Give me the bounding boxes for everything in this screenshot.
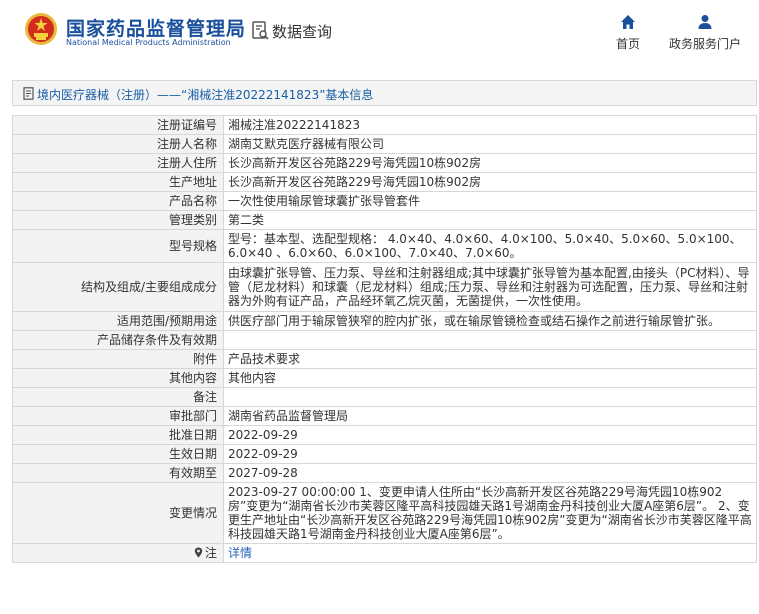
table-row: 产品储存条件及有效期 — [12, 330, 757, 350]
field-label: 适用范围/预期用途 — [12, 311, 224, 331]
field-label: 批准日期 — [12, 425, 224, 445]
field-label: 附件 — [12, 349, 224, 369]
field-value: 由球囊扩张导管、压力泵、导丝和注射器组成;其中球囊扩张导管为基本配置,由接头（P… — [223, 262, 757, 312]
detail-title: 境内医疗器械（注册）——“湘械注准20222141823”基本信息 — [37, 88, 374, 102]
national-emblem-icon — [25, 13, 57, 45]
nav-home-label: 首页 — [615, 37, 640, 51]
field-value: 2022-09-29 — [223, 425, 757, 445]
table-row: 适用范围/预期用途 供医疗部门用于输尿管狭窄的腔内扩张，或在输尿管镜检查或结石操… — [12, 311, 757, 331]
document-search-icon — [252, 21, 269, 40]
field-label: 生效日期 — [12, 444, 224, 464]
location-pin-icon — [194, 547, 203, 558]
field-label: 注册证编号 — [12, 115, 224, 135]
site-name[interactable]: 国家药品监督管理局 — [66, 14, 246, 41]
table-row: 备注 — [12, 387, 757, 407]
field-value — [223, 387, 757, 407]
field-label: 型号规格 — [12, 229, 224, 263]
site-header: 国家药品监督管理局 National Medical Products Admi… — [0, 0, 759, 66]
field-value: 一次性使用输尿管球囊扩张导管套件 — [223, 191, 757, 211]
field-value: 供医疗部门用于输尿管狭窄的腔内扩张，或在输尿管镜检查或结石操作之前进行输尿管扩张… — [223, 311, 757, 331]
field-label: 其他内容 — [12, 368, 224, 388]
field-value: 湘械注准20222141823 — [223, 115, 757, 135]
nav-service-portal[interactable]: 政务服务门户 — [662, 14, 748, 54]
table-row-note: 注 详情 — [12, 543, 757, 563]
field-label: 生产地址 — [12, 172, 224, 192]
field-label: 注册人住所 — [12, 153, 224, 173]
field-label: 产品名称 — [12, 191, 224, 211]
table-row: 批准日期 2022-09-29 — [12, 425, 757, 445]
note-label: 注 — [204, 546, 217, 560]
field-value: 长沙高新开发区谷苑路229号海凭园10栋902房 — [223, 172, 757, 192]
data-query-label[interactable]: 数据查询 — [272, 21, 332, 42]
field-value: 产品技术要求 — [223, 349, 757, 369]
details-link[interactable]: 详情 — [228, 546, 252, 560]
field-value: 湖南艾默克医疗器械有限公司 — [223, 134, 757, 154]
note-label-cell: 注 — [12, 543, 224, 563]
table-row: 注册人住所 长沙高新开发区谷苑路229号海凭园10栋902房 — [12, 153, 757, 173]
field-label: 产品储存条件及有效期 — [12, 330, 224, 350]
user-icon — [698, 15, 712, 29]
table-row: 变更情况 2023-09-27 00:00:00 1、变更申请人住所由“长沙高新… — [12, 482, 757, 544]
field-value: 长沙高新开发区谷苑路229号海凭园10栋902房 — [223, 153, 757, 173]
field-value: 其他内容 — [223, 368, 757, 388]
table-row: 审批部门 湖南省药品监督管理局 — [12, 406, 757, 426]
table-row: 管理类别 第二类 — [12, 210, 757, 230]
field-value: 型号：基本型、选配型规格： 4.0×40、4.0×60、4.0×100、5.0×… — [223, 229, 757, 263]
table-row: 生效日期 2022-09-29 — [12, 444, 757, 464]
registration-detail-table: 注册证编号 湘械注准20222141823 注册人名称 湖南艾默克医疗器械有限公… — [12, 115, 757, 563]
detail-title-bar: 境内医疗器械（注册）——“湘械注准20222141823”基本信息 — [12, 80, 757, 106]
field-label: 结构及组成/主要组成成分 — [12, 262, 224, 312]
table-row: 产品名称 一次性使用输尿管球囊扩张导管套件 — [12, 191, 757, 211]
table-row: 生产地址 长沙高新开发区谷苑路229号海凭园10栋902房 — [12, 172, 757, 192]
table-row: 注册人名称 湖南艾默克医疗器械有限公司 — [12, 134, 757, 154]
table-row: 有效期至 2027-09-28 — [12, 463, 757, 483]
field-value — [223, 330, 757, 350]
field-value: 第二类 — [223, 210, 757, 230]
field-label: 变更情况 — [12, 482, 224, 544]
field-label: 备注 — [12, 387, 224, 407]
note-value-cell: 详情 — [223, 543, 757, 563]
field-label: 有效期至 — [12, 463, 224, 483]
document-icon — [23, 87, 34, 100]
table-row: 其他内容 其他内容 — [12, 368, 757, 388]
site-name-en: National Medical Products Administration — [66, 38, 231, 47]
home-icon — [621, 15, 635, 29]
field-label: 审批部门 — [12, 406, 224, 426]
field-label: 注册人名称 — [12, 134, 224, 154]
field-value: 2022-09-29 — [223, 444, 757, 464]
field-label: 管理类别 — [12, 210, 224, 230]
field-value: 2027-09-28 — [223, 463, 757, 483]
table-row: 附件 产品技术要求 — [12, 349, 757, 369]
table-row: 结构及组成/主要组成成分 由球囊扩张导管、压力泵、导丝和注射器组成;其中球囊扩张… — [12, 262, 757, 312]
field-value: 湖南省药品监督管理局 — [223, 406, 757, 426]
nav-home[interactable]: 首页 — [608, 14, 648, 54]
field-value: 2023-09-27 00:00:00 1、变更申请人住所由“长沙高新开发区谷苑… — [223, 482, 757, 544]
table-row: 注册证编号 湘械注准20222141823 — [12, 115, 757, 135]
table-row: 型号规格 型号：基本型、选配型规格： 4.0×40、4.0×60、4.0×100… — [12, 229, 757, 263]
nav-service-label: 政务服务门户 — [668, 37, 741, 51]
